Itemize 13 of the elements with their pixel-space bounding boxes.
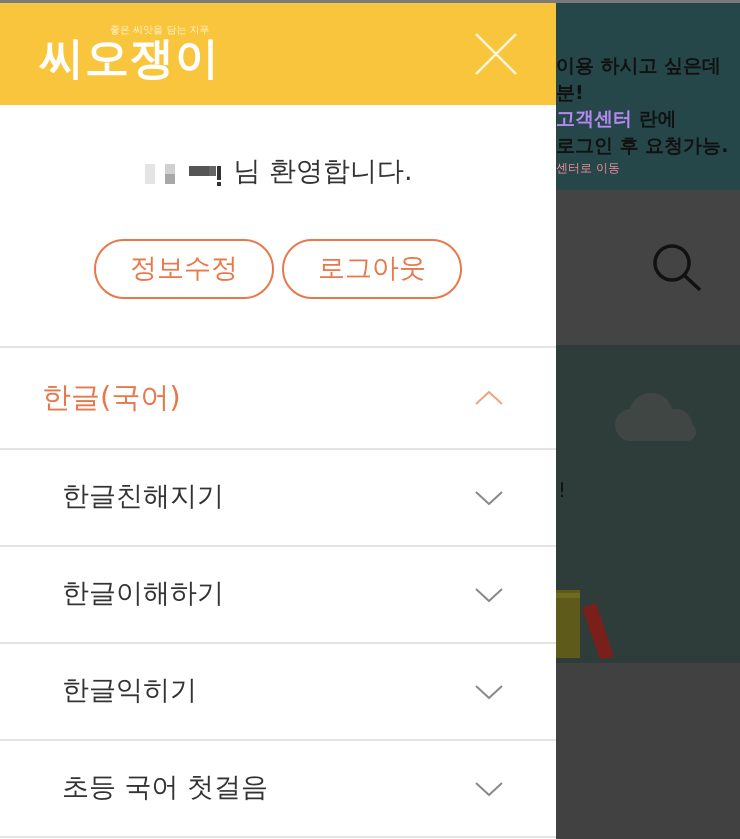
banner-text: ! [558,477,566,504]
logo-tagline: 좋은 씨앗을 담는 지푸 [110,26,211,36]
notice-text: 고객센터 란에 [556,107,678,132]
notice-text: 이용 하시고 싶은데 [556,54,722,79]
logout-button[interactable]: 로그아웃 [282,238,462,299]
close-button[interactable] [474,32,518,76]
close-icon [474,32,518,76]
notice-text: 로그인 후 요청가능. [556,134,730,159]
welcome-text: 님 환영합니다. [233,155,413,190]
notice-link[interactable]: 센터로 이동 [556,159,740,178]
notice-text: 분! [556,80,585,106]
edit-profile-button[interactable]: 정보수정 [94,238,274,299]
search-icon[interactable] [652,242,704,292]
